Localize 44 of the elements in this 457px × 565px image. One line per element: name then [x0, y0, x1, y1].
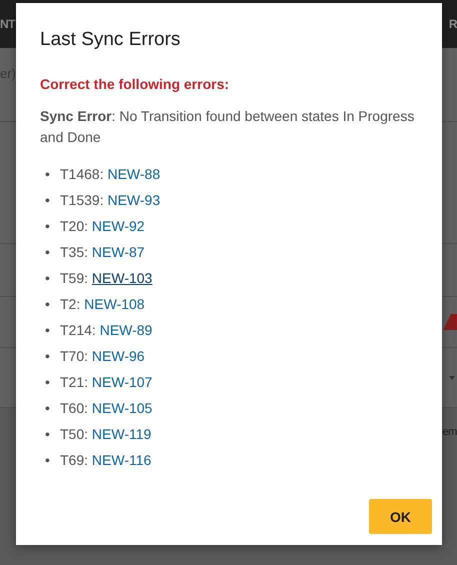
issue-link[interactable]: NEW-119 [92, 426, 152, 442]
bullet: • [45, 269, 51, 288]
issue-link[interactable]: NEW-88 [107, 166, 160, 182]
issue-link[interactable]: NEW-108 [84, 296, 145, 312]
bullet: • [45, 347, 51, 366]
ok-button[interactable]: OK [369, 499, 432, 534]
issue-link[interactable]: NEW-93 [107, 192, 160, 208]
bullet: • [45, 451, 51, 470]
task-id: T21: [60, 374, 88, 390]
caret-icon [449, 376, 455, 380]
issue-link[interactable]: NEW-103 [92, 270, 152, 286]
task-id: T214: [60, 322, 96, 338]
error-message: Sync Error: No Transition found between states In Progress and Done [40, 107, 416, 147]
task-id: T1468: [60, 166, 104, 182]
bullet: • [45, 165, 51, 184]
task-id: T69: [60, 452, 88, 468]
issue-link[interactable]: NEW-92 [92, 218, 145, 234]
task-id: T70: [60, 348, 88, 364]
task-id: T50: [60, 426, 88, 442]
bullet: • [45, 399, 51, 418]
issue-link[interactable]: NEW-89 [100, 322, 152, 338]
nav-label: R [448, 17, 457, 31]
nav-label: NT [0, 17, 15, 31]
bullet: • [45, 373, 51, 392]
error-heading: Correct the following errors: [40, 76, 230, 92]
task-id: T20: [60, 218, 88, 234]
task-id: T60: [60, 400, 88, 416]
task-id: T2: [60, 296, 80, 312]
bullet: • [45, 295, 51, 314]
row-text: em [442, 426, 457, 438]
bullet: • [45, 425, 51, 444]
issue-link[interactable]: NEW-105 [92, 400, 152, 416]
task-id: T59: [60, 270, 88, 286]
bullet: • [45, 321, 51, 340]
issue-link[interactable]: NEW-87 [92, 244, 145, 260]
issue-link[interactable]: NEW-116 [92, 452, 152, 468]
issue-link[interactable]: NEW-107 [92, 374, 152, 390]
issue-link[interactable]: NEW-96 [92, 348, 145, 364]
task-id: T35: [60, 244, 88, 260]
bullet: • [45, 217, 51, 236]
task-id: T1539: [60, 192, 104, 208]
dialog-title: Last Sync Errors [40, 29, 180, 51]
bullet: • [45, 243, 51, 262]
bullet: • [45, 191, 51, 210]
